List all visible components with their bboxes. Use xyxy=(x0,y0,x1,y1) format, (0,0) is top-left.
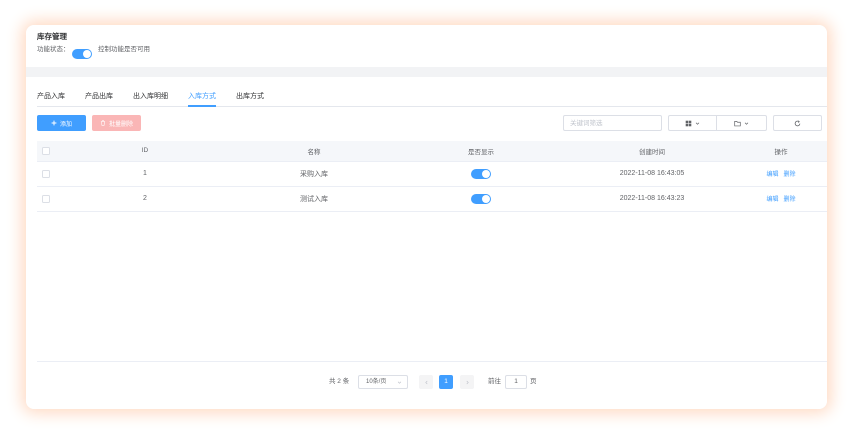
pagination-total: 共 2 条 xyxy=(329,378,350,385)
delete-link[interactable]: 删除 xyxy=(784,197,796,203)
function-status-label: 功能状态： xyxy=(37,46,70,53)
app-frame: 库存管理 功能状态： 控制功能是否可用 产品入库 产品出库 出入库明细 入库方式… xyxy=(26,25,827,409)
prev-page-button[interactable] xyxy=(419,375,433,389)
inbound-method-table: ID 名称 是否显示 创建时间 操作 1 采购入库 2022-11-08 16:… xyxy=(37,141,827,362)
plus-icon xyxy=(51,120,57,126)
row-checkbox[interactable] xyxy=(42,194,50,203)
cell-visible xyxy=(393,161,569,187)
add-button-label: 添加 xyxy=(59,121,72,128)
toggle-knob xyxy=(482,194,490,203)
function-status-hint: 控制功能是否可用 xyxy=(98,46,150,53)
function-status-toggle[interactable] xyxy=(72,48,92,59)
add-button[interactable]: 添加 xyxy=(37,115,86,131)
goto-unit-label: 页 xyxy=(530,378,537,385)
cell-created-time: 2022-11-08 16:43:23 xyxy=(569,186,735,212)
keyword-search-input[interactable] xyxy=(563,115,662,131)
select-all-cell xyxy=(37,141,55,162)
goto-label: 前往 xyxy=(488,378,501,385)
row-visible-toggle[interactable] xyxy=(471,168,491,179)
chevron-right-icon xyxy=(465,380,470,385)
tab-product-inbound[interactable]: 产品入库 xyxy=(37,87,65,106)
cell-visible xyxy=(393,186,569,212)
refresh-icon xyxy=(794,120,801,127)
page-size-select[interactable]: 10条/页 xyxy=(358,375,408,389)
chevron-down-icon xyxy=(695,121,700,126)
module-header-panel: 库存管理 功能状态： 控制功能是否可用 xyxy=(26,25,827,67)
cell-name: 采购入库 xyxy=(235,161,393,187)
page-size-value: 10条/页 xyxy=(366,379,387,385)
toggle-knob xyxy=(83,49,91,58)
folder-icon xyxy=(734,120,741,127)
grid-icon xyxy=(685,120,692,127)
view-toggle-dropdown[interactable] xyxy=(668,115,717,131)
cell-actions: 编辑 删除 xyxy=(735,161,827,187)
pagination: 共 2 条 10条/页 1 前往 页 xyxy=(26,375,827,389)
function-status-row: 功能状态： 控制功能是否可用 xyxy=(37,45,337,59)
batch-delete-button-label: 批量删除 xyxy=(108,121,133,128)
tab-inbound-method[interactable]: 入库方式 xyxy=(188,87,216,107)
tab-outbound-method[interactable]: 出库方式 xyxy=(236,87,264,106)
cell-id: 2 xyxy=(55,186,235,212)
edit-link[interactable]: 编辑 xyxy=(766,197,778,203)
toggle-knob xyxy=(482,169,490,178)
table-row: 2 测试入库 2022-11-08 16:43:23 编辑 删除 xyxy=(37,186,827,212)
cell-actions: 编辑 删除 xyxy=(735,186,827,212)
column-header-id: ID xyxy=(55,141,235,162)
main-panel: 产品入库 产品出库 出入库明细 入库方式 出库方式 添加 批量删除 关键词筛选 … xyxy=(26,77,827,409)
edit-link[interactable]: 编辑 xyxy=(766,172,778,178)
column-header-created-time: 创建时间 xyxy=(569,141,735,162)
column-header-actions: 操作 xyxy=(735,141,827,162)
export-dropdown[interactable] xyxy=(716,115,767,131)
refresh-button[interactable] xyxy=(773,115,822,131)
row-checkbox[interactable] xyxy=(42,169,50,178)
table-row: 1 采购入库 2022-11-08 16:43:05 编辑 删除 xyxy=(37,161,827,187)
select-all-checkbox[interactable] xyxy=(42,146,50,155)
column-header-name: 名称 xyxy=(235,141,393,162)
cell-created-time: 2022-11-08 16:43:05 xyxy=(569,161,735,187)
cell-name: 测试入库 xyxy=(235,186,393,212)
next-page-button[interactable] xyxy=(460,375,474,389)
page-title: 库存管理 xyxy=(37,32,67,41)
tab-bar: 产品入库 产品出库 出入库明细 入库方式 出库方式 xyxy=(37,87,827,107)
row-visible-toggle[interactable] xyxy=(471,193,491,204)
row-select-cell xyxy=(37,186,55,212)
tab-product-outbound[interactable]: 产品出库 xyxy=(85,87,113,106)
chevron-down-icon xyxy=(744,121,749,126)
goto-page-input[interactable] xyxy=(505,375,527,389)
delete-link[interactable]: 删除 xyxy=(784,172,796,178)
column-header-visible: 是否显示 xyxy=(393,141,569,162)
batch-delete-button[interactable]: 批量删除 xyxy=(92,115,141,131)
chevron-down-icon xyxy=(397,380,402,385)
chevron-left-icon xyxy=(424,380,429,385)
table-header-row: ID 名称 是否显示 创建时间 操作 xyxy=(37,141,827,162)
row-select-cell xyxy=(37,161,55,187)
tab-stock-detail[interactable]: 出入库明细 xyxy=(133,87,168,106)
page-number-button[interactable]: 1 xyxy=(439,375,453,389)
cell-id: 1 xyxy=(55,161,235,187)
trash-icon xyxy=(100,120,106,126)
